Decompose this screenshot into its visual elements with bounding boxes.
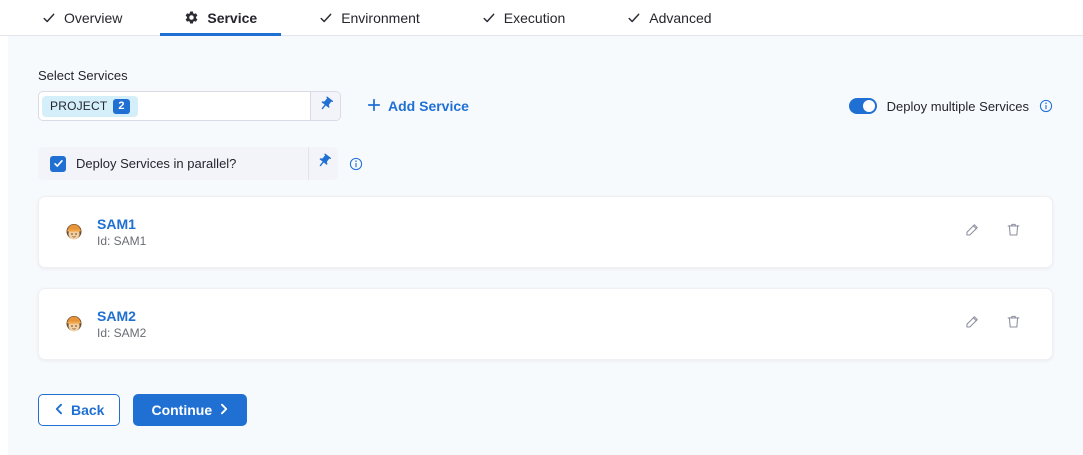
deploy-multiple-toggle[interactable] xyxy=(849,98,877,114)
service-card-sam1: SAM1 Id: SAM1 xyxy=(38,196,1053,268)
deploy-multiple-label: Deploy multiple Services xyxy=(887,99,1029,114)
parallel-checkbox-label: Deploy Services in parallel? xyxy=(76,156,236,171)
parallel-checkbox-bar: Deploy Services in parallel? xyxy=(38,147,338,180)
service-card-sam2: SAM2 Id: SAM2 xyxy=(38,288,1053,360)
trash-icon xyxy=(1005,313,1022,335)
gear-icon xyxy=(184,10,199,25)
service-id-text: Id: SAM2 xyxy=(97,326,146,341)
tab-advanced[interactable]: Advanced xyxy=(603,0,735,35)
plus-icon xyxy=(367,98,381,115)
service-id-text: Id: SAM1 xyxy=(97,234,146,249)
select-services-label: Select Services xyxy=(38,68,1053,83)
chevron-right-icon xyxy=(220,402,229,418)
tag-label: PROJECT xyxy=(50,99,107,113)
pin-icon xyxy=(316,153,332,174)
tab-service[interactable]: Service xyxy=(160,0,281,35)
info-icon[interactable] xyxy=(1039,99,1053,113)
edit-service-button[interactable] xyxy=(964,313,981,335)
back-button[interactable]: Back xyxy=(38,394,120,426)
select-services-value[interactable]: PROJECT 2 xyxy=(39,92,310,120)
deploy-multiple-group: Deploy multiple Services xyxy=(849,98,1053,114)
delete-service-button[interactable] xyxy=(1005,313,1022,335)
service-name-link[interactable]: SAM2 xyxy=(97,308,146,325)
chevron-left-icon xyxy=(54,402,63,418)
wizard-footer: Back Continue xyxy=(38,394,1053,426)
check-icon xyxy=(319,11,333,25)
tab-label: Execution xyxy=(504,10,565,26)
pin-parallel-button[interactable] xyxy=(308,147,338,180)
service-avatar xyxy=(63,313,85,335)
continue-button[interactable]: Continue xyxy=(133,394,247,426)
check-icon xyxy=(42,11,56,25)
pin-services-button[interactable] xyxy=(310,92,340,120)
pencil-icon xyxy=(964,221,981,243)
back-button-label: Back xyxy=(71,402,104,418)
service-tab-panel: Select Services PROJECT 2 Add Service xyxy=(8,36,1083,455)
add-service-button[interactable]: Add Service xyxy=(367,98,469,115)
tag-count-badge: 2 xyxy=(113,99,129,114)
tab-execution[interactable]: Execution xyxy=(458,0,589,35)
tab-label: Advanced xyxy=(649,10,711,26)
tab-label: Environment xyxy=(341,10,420,26)
stage-tabbar: Overview Service Environment Execution A… xyxy=(0,0,1083,36)
project-tag-chip[interactable]: PROJECT 2 xyxy=(42,96,138,117)
info-icon[interactable] xyxy=(349,157,363,171)
trash-icon xyxy=(1005,221,1022,243)
service-name-link[interactable]: SAM1 xyxy=(97,216,146,233)
select-services-input[interactable]: PROJECT 2 xyxy=(38,91,341,121)
parallel-checkbox[interactable] xyxy=(50,156,66,172)
tab-label: Service xyxy=(207,10,257,26)
tab-environment[interactable]: Environment xyxy=(295,0,444,35)
add-service-label: Add Service xyxy=(388,98,469,114)
tab-label: Overview xyxy=(64,10,122,26)
tab-overview[interactable]: Overview xyxy=(18,0,146,35)
parallel-checkbox-group[interactable]: Deploy Services in parallel? xyxy=(38,147,308,180)
continue-button-label: Continue xyxy=(151,402,212,418)
delete-service-button[interactable] xyxy=(1005,221,1022,243)
edit-service-button[interactable] xyxy=(964,221,981,243)
check-icon xyxy=(627,11,641,25)
check-icon xyxy=(482,11,496,25)
service-avatar xyxy=(63,221,85,243)
pin-icon xyxy=(318,96,334,117)
pencil-icon xyxy=(964,313,981,335)
